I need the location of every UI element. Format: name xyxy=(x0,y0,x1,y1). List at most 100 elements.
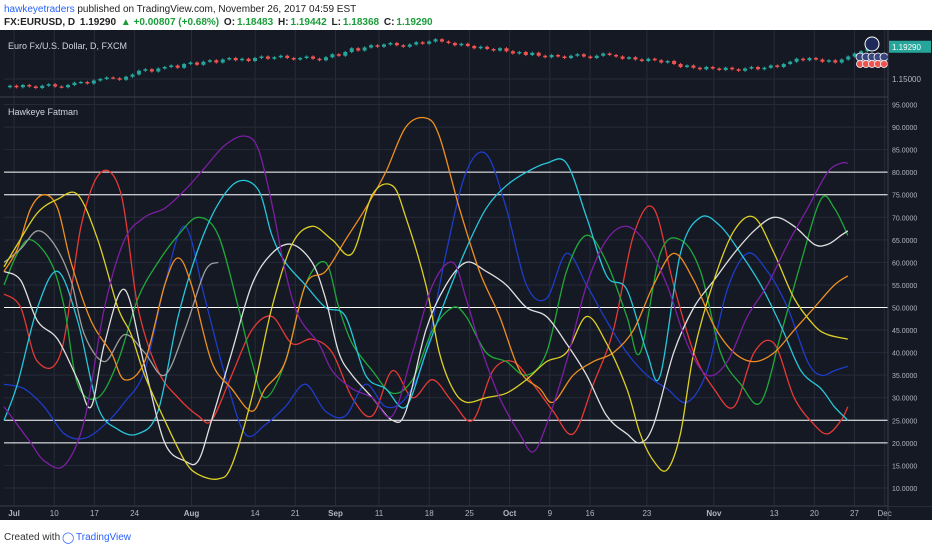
candle-body xyxy=(839,59,844,63)
osc-tick-label: 70.0000 xyxy=(892,215,917,222)
low-label: L: xyxy=(331,17,341,28)
candle-body xyxy=(143,69,148,71)
candle-body xyxy=(33,86,38,88)
candle-body xyxy=(336,54,341,56)
candle-body xyxy=(685,65,690,67)
candle-body xyxy=(124,76,129,80)
candle-body xyxy=(401,45,406,47)
candle-body xyxy=(246,58,251,61)
candle-body xyxy=(272,57,277,59)
price-tag: 1.19290 xyxy=(892,43,921,52)
time-axis[interactable]: Jul 10 17 24 Aug 14 21 Sep 11 18 25 Oct 9 16 23 Nov 13 20… xyxy=(0,505,932,520)
time-tick-label: Sep xyxy=(328,509,343,518)
candle-body xyxy=(717,68,722,70)
candle-body xyxy=(846,56,851,60)
candle-body xyxy=(40,85,45,88)
candle-body xyxy=(104,77,109,79)
candle-body xyxy=(556,55,561,57)
candle-body xyxy=(420,42,425,44)
candle-body xyxy=(749,67,754,69)
time-tick-label: Aug xyxy=(184,509,200,518)
chart-canvas[interactable]: Jul 10 17 24 Aug 14 21 Sep 11 18 25 Oct 9 16 23 Nov 13 20… xyxy=(0,30,932,520)
candle-body xyxy=(646,58,651,61)
candle-body xyxy=(723,67,728,70)
candle-body xyxy=(543,55,548,58)
candle-body xyxy=(736,69,741,71)
candle-body xyxy=(704,67,709,70)
candle-body xyxy=(568,55,573,58)
candle-body xyxy=(227,58,232,60)
osc-tick-label: 10.0000 xyxy=(892,486,917,493)
chart-area[interactable]: Jul 10 17 24 Aug 14 21 Sep 11 18 25 Oct 9 16 23 Nov 13 20… xyxy=(0,30,932,520)
candle-body xyxy=(298,58,303,60)
candle-body xyxy=(691,65,696,68)
osc-tick-label: 15.0000 xyxy=(892,463,917,470)
candle-body xyxy=(607,53,612,55)
osc-tick-label: 20.0000 xyxy=(892,441,917,448)
candle-body xyxy=(826,60,831,62)
candle-body xyxy=(407,44,412,47)
candle-body xyxy=(491,49,496,51)
time-tick-label: 21 xyxy=(291,509,300,518)
candle-body xyxy=(588,56,593,58)
candle-body xyxy=(207,60,212,62)
candle-body xyxy=(194,62,199,65)
candle-body xyxy=(394,43,399,46)
candle-body xyxy=(98,79,103,81)
candle-body xyxy=(265,56,270,59)
candle-body xyxy=(801,58,806,61)
candle-body xyxy=(678,64,683,67)
event-badge-icon xyxy=(864,36,880,52)
time-tick-label: 20 xyxy=(810,509,819,518)
candle-body xyxy=(46,84,51,86)
candle-body xyxy=(175,65,180,68)
candle-body xyxy=(259,56,264,58)
open-value: 1.18483 xyxy=(237,17,274,28)
candle-body xyxy=(672,61,677,64)
osc-tick-label: 95.0000 xyxy=(892,103,917,110)
time-tick-label: 11 xyxy=(375,509,384,518)
candle-body xyxy=(369,45,374,48)
candle-body xyxy=(620,56,625,59)
candle-body xyxy=(433,39,438,42)
oscillator-pane[interactable] xyxy=(3,104,888,489)
candle-body xyxy=(665,61,670,63)
candle-body xyxy=(614,55,619,57)
candle-body xyxy=(794,58,799,62)
candle-body xyxy=(72,82,77,85)
time-tick-label: 18 xyxy=(425,509,434,518)
candle-body xyxy=(562,56,567,58)
candle-body xyxy=(59,86,64,88)
candle-body xyxy=(304,56,309,58)
candle-body xyxy=(323,57,328,61)
candle-body xyxy=(575,54,580,56)
candle-body xyxy=(762,67,767,70)
time-tick-label: Nov xyxy=(706,509,722,518)
candle-body xyxy=(330,54,335,58)
time-tick-label: 17 xyxy=(90,509,99,518)
indicator-title: Hawkeye Fatman xyxy=(8,107,78,117)
candle-body xyxy=(639,59,644,61)
time-tick-label: 10 xyxy=(50,509,59,518)
candle-body xyxy=(446,41,451,43)
candle-body xyxy=(66,85,71,88)
candle-body xyxy=(581,54,586,57)
osc-tick-label: 35.0000 xyxy=(892,373,917,380)
candle-body xyxy=(626,57,631,59)
candle-body xyxy=(833,60,838,63)
candle-body xyxy=(775,65,780,67)
time-tick-label: 14 xyxy=(251,509,260,518)
osc-tick-label: 65.0000 xyxy=(892,238,917,245)
time-tick-label: Dec xyxy=(878,509,892,518)
candle-body xyxy=(91,80,96,84)
published-text: published on TradingView.com, November 2… xyxy=(77,4,357,15)
osc-tick-label: 80.0000 xyxy=(892,170,917,177)
osc-tick-label: 25.0000 xyxy=(892,418,917,425)
tradingview-link[interactable]: TradingView xyxy=(76,532,131,543)
author-link[interactable]: hawkeyetraders xyxy=(4,4,75,15)
candle-body xyxy=(381,44,386,47)
osc-tick-label: 45.0000 xyxy=(892,328,917,335)
candle-body xyxy=(781,64,786,67)
price-pane[interactable] xyxy=(0,36,932,98)
osc-tick-label: 30.0000 xyxy=(892,396,917,403)
